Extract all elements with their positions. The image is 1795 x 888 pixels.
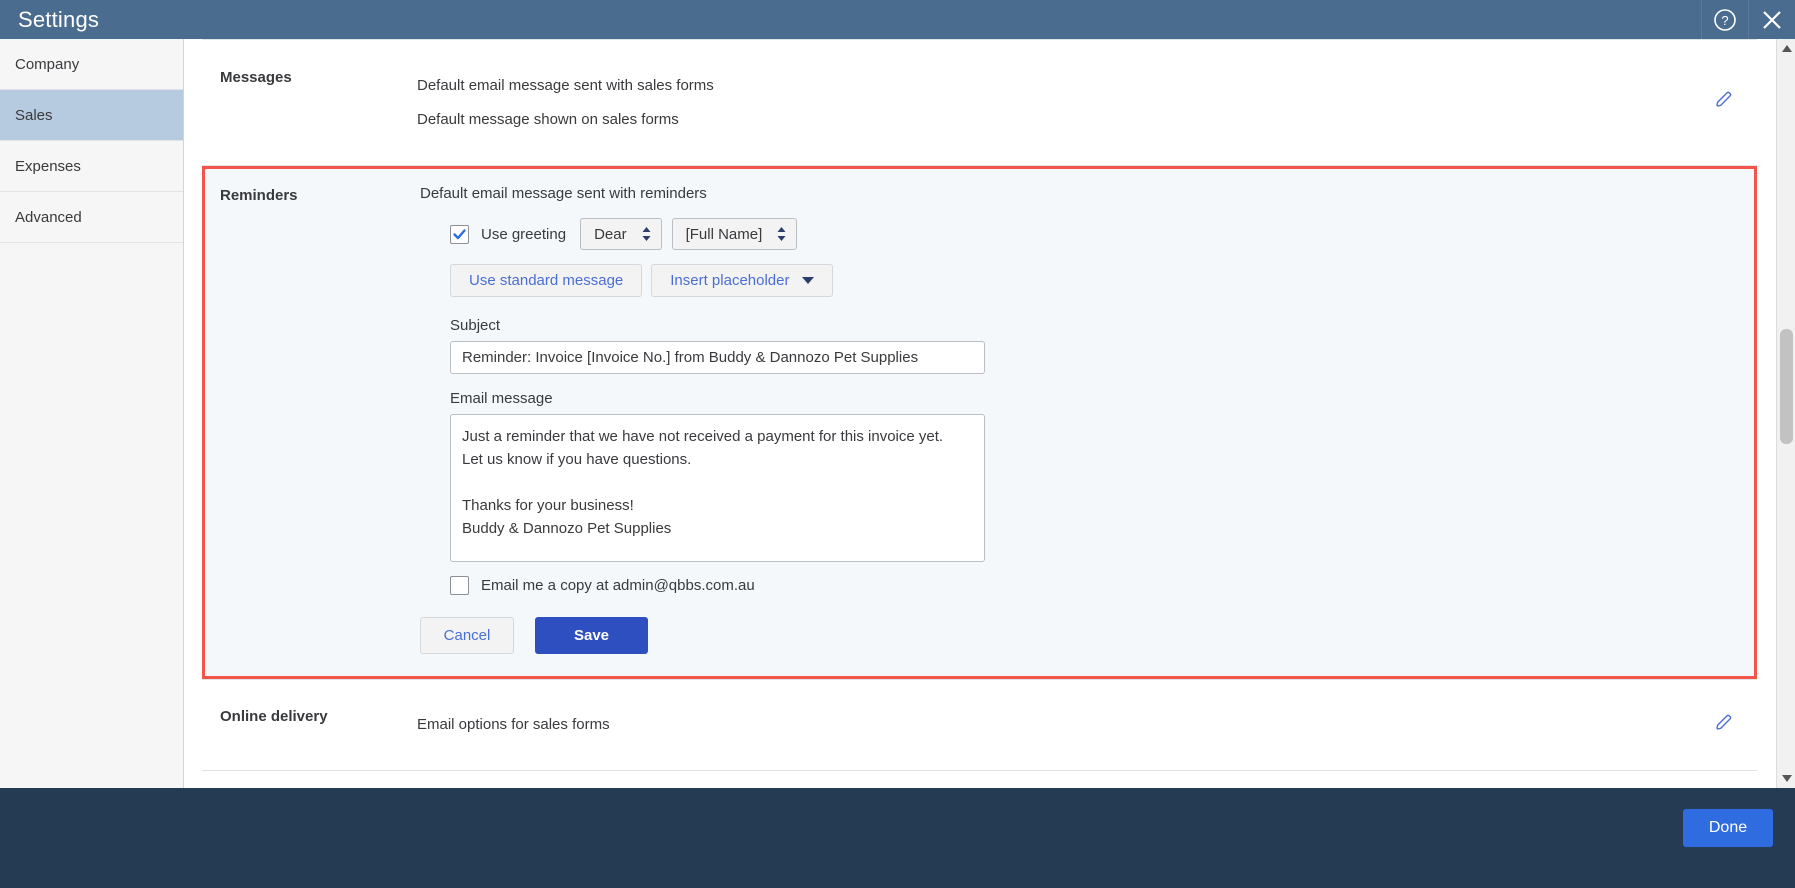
reminders-body: Default email message sent with reminder…: [420, 185, 1754, 654]
scrollbar-thumb[interactable]: [1780, 329, 1793, 444]
edit-online-delivery-button[interactable]: [1714, 713, 1733, 737]
subject-input[interactable]: [450, 341, 985, 374]
pencil-icon: [1714, 714, 1733, 736]
check-icon: [452, 227, 467, 242]
cancel-button[interactable]: Cancel: [420, 617, 514, 654]
section-label: Reminders: [220, 187, 298, 204]
scroll-down-button[interactable]: [1777, 769, 1795, 788]
window-footer: Done: [0, 788, 1795, 888]
insert-placeholder-button[interactable]: Insert placeholder: [651, 264, 833, 297]
settings-sidebar: Company Sales Expenses Advanced: [0, 39, 184, 788]
cancel-label: Cancel: [443, 627, 491, 644]
sidebar-item-label: Company: [15, 55, 80, 73]
section-statements: Statements Show ageing table at bottom o…: [202, 771, 1757, 788]
arrow-up-icon: [1781, 45, 1792, 52]
greeting-name-value: [Full Name]: [685, 225, 763, 243]
sidebar-item-sales[interactable]: Sales: [0, 90, 183, 141]
greeting-name-select[interactable]: [Full Name]: [671, 218, 798, 250]
messages-line-2: Default message shown on sales forms: [417, 111, 679, 128]
section-reminders: Reminders Default email message sent wit…: [202, 166, 1757, 680]
email-me-copy-label: Email me a copy at admin@qbbs.com.au: [481, 577, 755, 594]
sidebar-item-company[interactable]: Company: [0, 39, 183, 90]
section-online-delivery: Online delivery Email options for sales …: [202, 680, 1757, 771]
sidebar-item-label: Sales: [15, 106, 53, 124]
vertical-scrollbar[interactable]: [1776, 39, 1795, 788]
section-messages: Messages Default email message sent with…: [202, 39, 1757, 166]
page-title: Settings: [18, 6, 100, 32]
section-body: Email options for sales forms: [417, 708, 1757, 742]
use-standard-message-label: Use standard message: [469, 272, 624, 289]
sidebar-item-advanced[interactable]: Advanced: [0, 192, 183, 243]
greeting-salutation-select[interactable]: Dear: [580, 218, 662, 250]
save-label: Save: [573, 627, 610, 644]
online-delivery-line-1: Email options for sales forms: [417, 716, 610, 733]
email-message-textarea[interactable]: Just a reminder that we have not receive…: [450, 414, 985, 562]
chevron-down-icon: [801, 277, 814, 284]
section-body: Default email message sent with sales fo…: [417, 69, 1757, 137]
arrow-down-icon: [1781, 775, 1792, 782]
settings-window: Settings ? Company Sales Expenses Advanc…: [0, 0, 1795, 888]
done-button[interactable]: Done: [1683, 809, 1773, 847]
pencil-icon: [1714, 91, 1733, 113]
close-button[interactable]: [1748, 0, 1795, 39]
reminders-edit-panel: Reminders Default email message sent wit…: [202, 166, 1757, 679]
help-circle-icon: ?: [1713, 8, 1737, 32]
email-me-copy-checkbox[interactable]: [450, 576, 469, 595]
reminders-action-row: Cancel Save: [420, 617, 1734, 654]
save-button[interactable]: Save: [535, 617, 648, 654]
help-button[interactable]: ?: [1701, 0, 1748, 39]
edit-messages-button[interactable]: [1714, 90, 1733, 114]
use-greeting-row: Use greeting Dear [Full Name]: [450, 218, 1734, 250]
sidebar-item-expenses[interactable]: Expenses: [0, 141, 183, 192]
messages-line-1: Default email message sent with sales fo…: [417, 77, 714, 94]
email-message-label: Email message: [450, 390, 553, 407]
section-label: Messages: [220, 69, 292, 86]
up-down-stepper-icon: [641, 225, 652, 243]
scroll-up-button[interactable]: [1777, 39, 1795, 58]
window-title-bar: Settings ?: [0, 0, 1795, 39]
use-standard-message-button[interactable]: Use standard message: [450, 264, 643, 297]
use-greeting-label: Use greeting: [481, 225, 567, 243]
settings-content: Messages Default email message sent with…: [184, 39, 1775, 788]
done-label: Done: [1708, 819, 1748, 836]
up-down-stepper-icon: [776, 225, 787, 243]
use-greeting-checkbox[interactable]: [450, 224, 469, 244]
section-label: Online delivery: [220, 708, 328, 725]
sidebar-item-label: Advanced: [15, 208, 82, 226]
sidebar-item-label: Expenses: [15, 157, 81, 175]
email-copy-row: Email me a copy at admin@qbbs.com.au: [450, 576, 1734, 595]
subject-label: Subject: [450, 317, 501, 334]
greeting-salutation-value: Dear: [594, 225, 627, 243]
svg-text:?: ?: [1721, 13, 1728, 28]
reminders-heading: Default email message sent with reminder…: [420, 185, 707, 202]
message-tool-buttons: Use standard message Insert placeholder: [450, 264, 1734, 297]
close-x-icon: [1759, 7, 1785, 33]
insert-placeholder-label: Insert placeholder: [670, 272, 790, 289]
